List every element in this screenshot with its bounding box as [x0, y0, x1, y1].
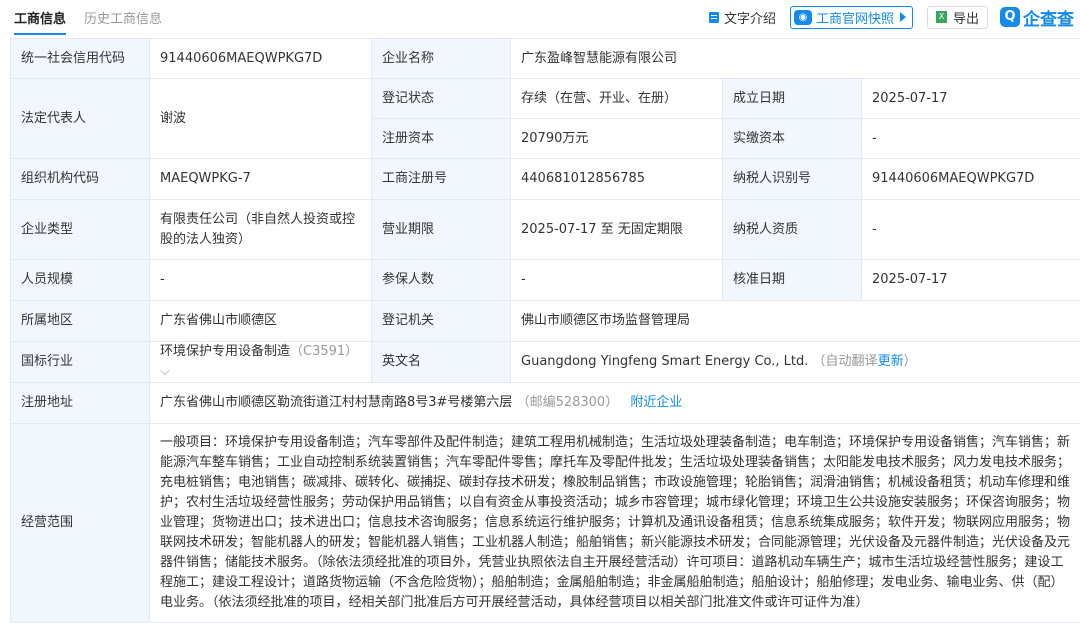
toolbar: 文字介绍 ◉ 工商官网快照 X 导出 Q 企查查 [695, 5, 1080, 30]
value-est-date: 2025-07-17 [860, 78, 1080, 119]
label-biz-term: 营业期限 [371, 199, 511, 260]
label-legal-rep: 法定代表人 [10, 78, 150, 159]
value-address: 广东省佛山市顺德区勒流街道江村村慧南路8号3#号楼第六层 （邮编528300） … [148, 382, 1080, 424]
value-reg-capital: 20790万元 [510, 118, 723, 159]
value-paid-capital: - [860, 118, 1080, 159]
label-english-name: 英文名 [371, 341, 511, 383]
label-reg-capital: 注册资本 [371, 118, 511, 159]
label-taxpayer-qual: 纳税人资质 [722, 199, 862, 260]
label-est-date: 成立日期 [722, 78, 862, 119]
export-label: 导出 [952, 11, 979, 27]
label-reg-no: 工商注册号 [371, 158, 511, 200]
label-reg-authority: 登记机关 [371, 300, 511, 342]
text-intro-label: 文字介绍 [723, 11, 776, 27]
value-biz-term: 2025-07-17 至 无固定期限 [510, 199, 723, 260]
value-reg-status: 存续（在营、开业、在册） [510, 78, 723, 119]
play-icon [899, 12, 906, 22]
label-approval-date: 核准日期 [722, 259, 862, 301]
nearby-companies-link[interactable]: 附近企业 [630, 395, 682, 410]
snapshot-button[interactable]: ◉ 工商官网快照 [789, 5, 913, 29]
auto-translate-note: （自动翻译 [812, 354, 878, 369]
value-english-name: Guangdong Yingfeng Smart Energy Co., Ltd… [509, 341, 1080, 383]
brand-name: 企查查 [1023, 9, 1074, 30]
text-intro-button[interactable]: 文字介绍 [708, 8, 776, 27]
value-industry: 环境保护专用设备制造（C3591） ⌵ [149, 341, 372, 383]
value-scope: 一般项目：环境保护专用设备制造；汽车零部件及配件制造；建筑工程用机械制造；生活垃… [148, 423, 1080, 623]
value-taxpayer-id: 91440606MAEQWPKG7D [860, 158, 1080, 200]
label-paid-capital: 实缴资本 [722, 118, 862, 159]
excel-icon: X [935, 11, 947, 23]
qcc-logo-icon: Q [1000, 7, 1020, 27]
snapshot-icon: ◉ [793, 9, 812, 25]
business-info-table: 统一社会信用代码 91440606MAEQWPKG7D 企业名称 广东盈峰智慧能… [10, 38, 1080, 623]
label-staff-size: 人员规模 [10, 259, 150, 301]
value-org-code: MAEQWPKG-7 [149, 158, 372, 200]
auto-translate-close: ） [903, 354, 917, 369]
value-taxpayer-qual: - [860, 199, 1080, 260]
chevron-down-icon[interactable]: ⌵ [160, 364, 170, 379]
tab-history-business-info[interactable]: 历史工商信息 [84, 8, 162, 27]
value-staff-size: - [149, 259, 372, 301]
address-text: 广东省佛山市顺德区勒流街道江村村慧南路8号3#号楼第六层 [160, 395, 513, 410]
brand-logo: Q 企查查 [1000, 5, 1074, 30]
export-button[interactable]: X 导出 [926, 5, 988, 29]
value-approval-date: 2025-07-17 [860, 259, 1080, 301]
industry-name: 环境保护专用设备制造 [160, 344, 291, 359]
value-company-name: 广东盈峰智慧能源有限公司 [509, 38, 1080, 79]
value-insured: - [510, 259, 723, 301]
snapshot-label: 工商官网快照 [815, 11, 894, 27]
value-credit-code: 91440606MAEQWPKG7D [149, 38, 372, 79]
value-reg-authority: 佛山市顺德区市场监督管理局 [509, 300, 1080, 342]
top-bar: 工商信息 历史工商信息 文字介绍 ◉ 工商官网快照 X 导出 Q 企查查 [0, 0, 1080, 36]
tab-business-info[interactable]: 工商信息 [14, 8, 67, 35]
industry-code: （C3591） [290, 344, 359, 359]
value-reg-no: 440681012856785 [510, 158, 723, 200]
label-company-name: 企业名称 [371, 38, 511, 79]
label-company-type: 企业类型 [10, 199, 150, 260]
label-taxpayer-id: 纳税人识别号 [722, 158, 862, 200]
postcode: （邮编528300） [516, 395, 619, 410]
label-credit-code: 统一社会信用代码 [10, 38, 150, 79]
label-region: 所属地区 [10, 300, 150, 342]
label-industry: 国标行业 [10, 341, 150, 383]
label-address: 注册地址 [10, 382, 150, 424]
label-insured: 参保人数 [371, 259, 511, 301]
label-scope: 经营范围 [10, 423, 150, 623]
translate-update-link[interactable]: 更新 [878, 354, 904, 369]
value-region: 广东省佛山市顺德区 [149, 300, 372, 342]
label-org-code: 组织机构代码 [10, 158, 150, 200]
document-icon [708, 11, 719, 23]
label-reg-status: 登记状态 [371, 78, 511, 119]
english-name-text: Guangdong Yingfeng Smart Energy Co., Ltd… [521, 354, 809, 369]
legal-rep-link[interactable]: 谢波 [149, 78, 372, 159]
value-company-type: 有限责任公司（非自然人投资或控股的法人独资） [149, 199, 372, 260]
